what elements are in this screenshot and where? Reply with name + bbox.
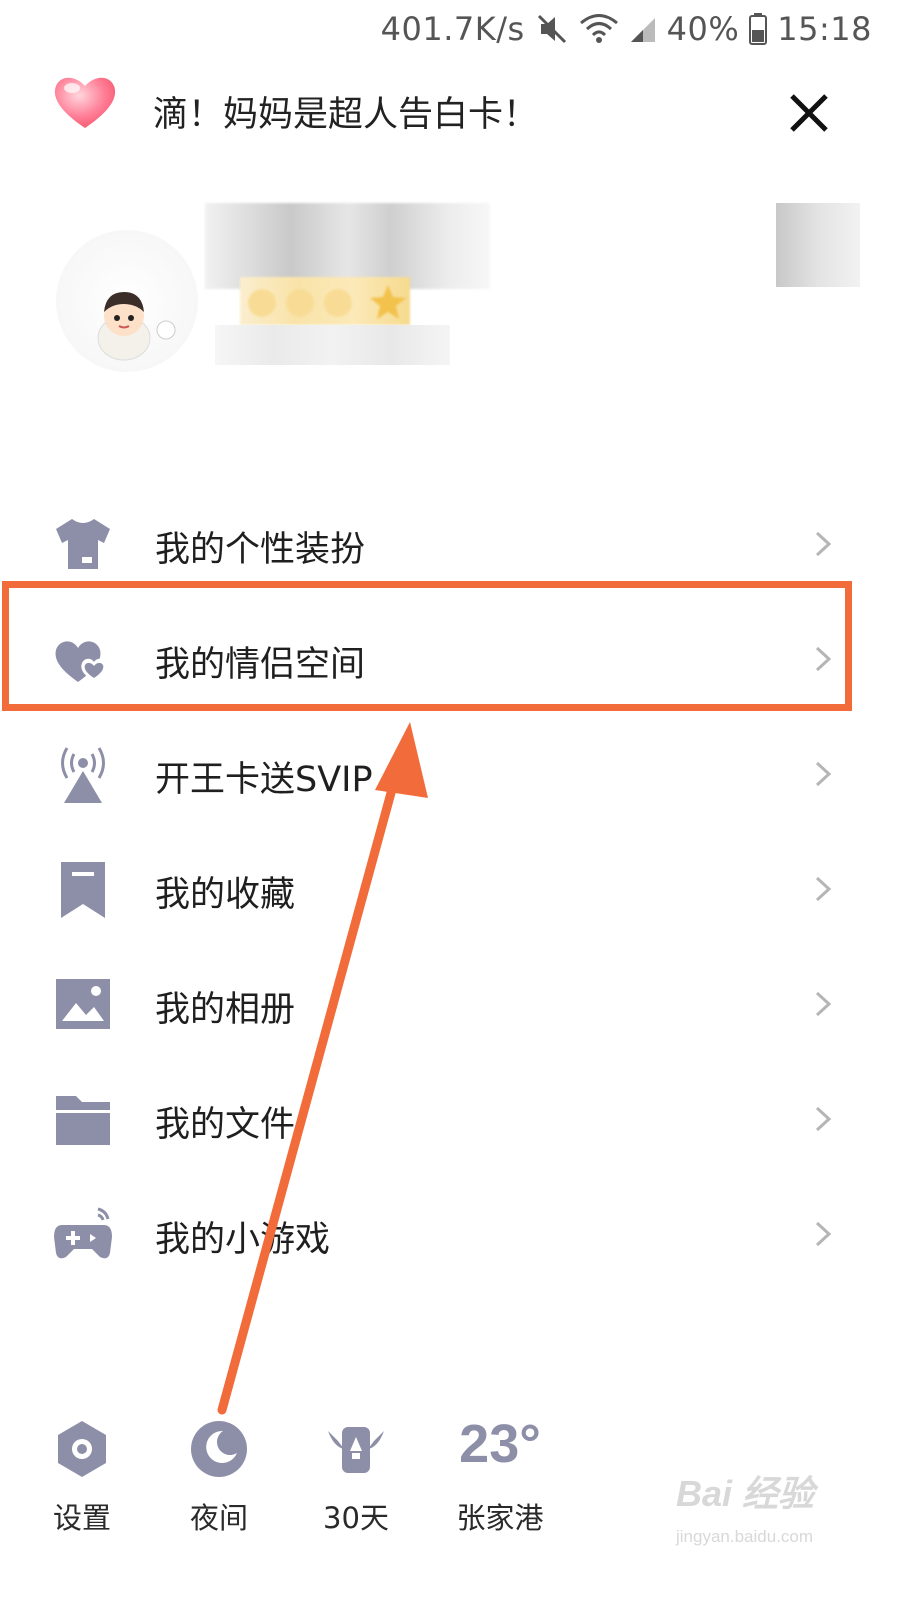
settings-label: 设置 [52,1501,111,1535]
weather-button[interactable]: 23° 张家港 [440,1405,560,1545]
heart-icon [50,70,120,134]
days-button[interactable]: 30天 [301,1405,411,1545]
qr-blurred[interactable] [776,203,860,287]
wifi-icon [579,12,619,46]
couple-heart-icon [52,628,114,690]
network-speed: 401.7K/s [380,10,525,48]
settings-button[interactable]: 设置 [27,1405,137,1545]
level-badge-blurred [240,277,410,325]
menu-item-label: 我的相册 [155,990,296,1030]
night-label: 夜间 [189,1501,248,1535]
menu-item-dressup[interactable]: 我的个性装扮 [0,485,900,600]
profile-section [0,195,900,385]
chevron-right-icon [815,991,832,1017]
mute-icon [535,12,569,46]
days-label: 30天 [323,1501,389,1535]
menu-item-label: 我的个性装扮 [155,530,366,570]
battery-percent: 40% [666,10,740,48]
chevron-right-icon [815,531,832,557]
chevron-right-icon [815,646,832,672]
weather-city: 张家港 [456,1501,544,1535]
clock: 15:18 [777,10,872,48]
battery-icon [749,13,768,45]
signal-tower-icon [52,743,114,805]
settings-hexagon-icon [50,1417,114,1481]
menu-item-album[interactable]: 我的相册 [0,945,900,1060]
page-title: 滴！妈妈是超人告白卡！ [153,95,539,135]
menu-item-label: 我的情侣空间 [155,645,366,685]
close-icon [790,94,828,132]
menu-item-files[interactable]: 我的文件 [0,1060,900,1175]
moon-icon [187,1417,251,1481]
avatar[interactable] [56,230,198,372]
menu-item-favorites[interactable]: 我的收藏 [0,830,900,945]
menu-item-label: 我的收藏 [155,875,296,915]
weather-temperature: 23° [459,1414,541,1474]
winged-badge-icon [324,1417,388,1481]
watermark-url: jingyan.baidu.com [676,1527,814,1546]
status-bar: 401.7K/s 40% 15:18 [0,0,900,62]
close-button[interactable] [780,84,838,142]
chevron-right-icon [815,1106,832,1132]
bookmark-icon [52,858,114,920]
chevron-right-icon [815,1221,832,1247]
menu-item-wangka-svip[interactable]: 开王卡送SVIP [0,715,900,830]
chevron-right-icon [815,876,832,902]
menu-item-label: 我的文件 [155,1105,296,1145]
gamepad-icon [52,1203,114,1265]
signal-icon [629,14,657,44]
menu-item-label: 开王卡送SVIP [155,760,373,800]
watermark-logo: Bai 经验 [676,1473,815,1514]
night-mode-button[interactable]: 夜间 [164,1405,274,1545]
level-moon-star-icon [248,285,406,319]
image-icon [52,973,114,1035]
chevron-right-icon [815,761,832,787]
tshirt-icon [52,513,114,575]
menu-item-couple-space[interactable]: 我的情侣空间 [0,600,900,715]
cartoon-boy-avatar-icon [97,292,176,361]
menu-item-label: 我的小游戏 [155,1220,331,1260]
folder-icon [52,1088,114,1150]
menu-item-mini-games[interactable]: 我的小游戏 [0,1175,900,1290]
header: 滴！妈妈是超人告白卡！ [0,70,900,150]
signature-blurred [215,325,450,365]
